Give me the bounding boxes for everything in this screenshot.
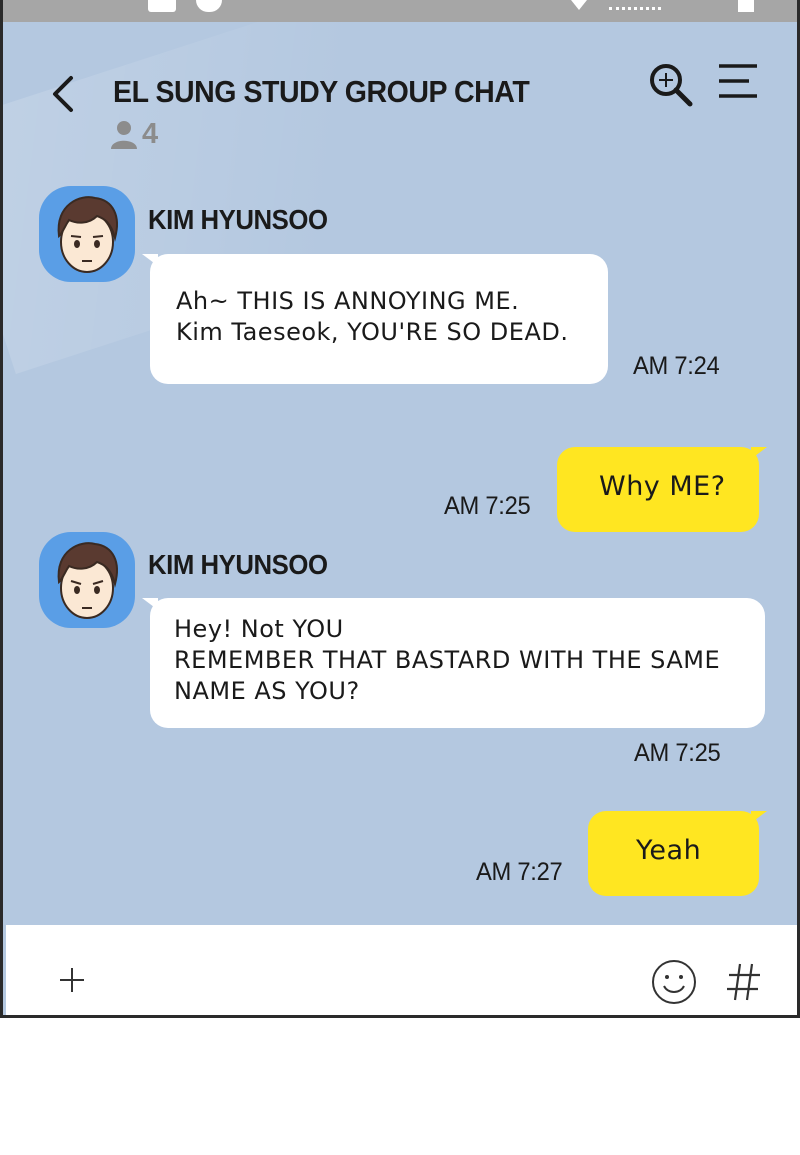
message-timestamp: AM 7:27	[476, 858, 563, 886]
avatar[interactable]	[39, 532, 135, 628]
profile-face-icon	[57, 542, 118, 619]
message-line: Kim Taeseok, YOU'RE SO DEAD.	[176, 318, 569, 346]
menu-button[interactable]	[717, 62, 761, 102]
message-timestamp: AM 7:25	[444, 492, 531, 520]
wifi-icon	[571, 0, 587, 10]
message-bubble: Yeah	[588, 811, 767, 896]
message-line: Why ME?	[599, 471, 726, 502]
avatar[interactable]	[39, 186, 135, 282]
mail-notification-icon	[148, 0, 176, 12]
message-bubble: Why ME?	[557, 447, 767, 532]
hashtag-button[interactable]	[724, 961, 764, 1003]
message-line: Ah~ THIS IS ANNOYING ME.	[176, 287, 520, 315]
hamburger-menu-icon	[719, 64, 757, 98]
sender-name: KIM HYUNSOO	[148, 549, 328, 580]
member-count[interactable]: 4	[109, 118, 158, 150]
chat-window: EL SUNG STUDY GROUP CHAT 4 KIM HYUNSOO A…	[0, 0, 800, 1018]
message-line: NAME AS YOU?	[174, 677, 360, 705]
message-bubble: Hey! Not YOU REMEMBER THAT BASTARD WITH …	[142, 598, 765, 728]
plus-icon	[60, 968, 84, 992]
message-line: REMEMBER THAT BASTARD WITH THE SAME	[174, 646, 721, 674]
back-button[interactable]	[47, 74, 81, 114]
sender-name: KIM HYUNSOO	[148, 204, 328, 235]
message-bubble: Ah~ THIS IS ANNOYING ME. Kim Taeseok, YO…	[142, 254, 608, 384]
message-input-bar	[6, 925, 797, 1015]
hashtag-icon	[727, 963, 760, 1001]
battery-icon	[738, 0, 754, 12]
emoji-button[interactable]	[650, 958, 698, 1006]
chat-title: EL SUNG STUDY GROUP CHAT	[113, 74, 530, 109]
search-icon	[650, 64, 693, 107]
profile-face-icon	[57, 196, 118, 273]
chevron-left-icon	[53, 76, 73, 112]
search-button[interactable]	[646, 60, 696, 110]
message-line: Hey! Not YOU	[174, 615, 344, 643]
smiley-icon	[652, 960, 696, 1004]
signal-icon	[609, 0, 661, 10]
member-count-value: 4	[142, 117, 159, 150]
message-timestamp: AM 7:24	[633, 352, 720, 380]
message-timestamp: AM 7:25	[634, 739, 721, 767]
attach-button[interactable]	[57, 965, 87, 995]
message-line: Yeah	[636, 835, 702, 866]
status-bar	[3, 0, 797, 22]
person-icon	[111, 121, 137, 149]
chat-header: EL SUNG STUDY GROUP CHAT 4	[3, 50, 797, 160]
chat-notification-icon	[196, 0, 222, 12]
